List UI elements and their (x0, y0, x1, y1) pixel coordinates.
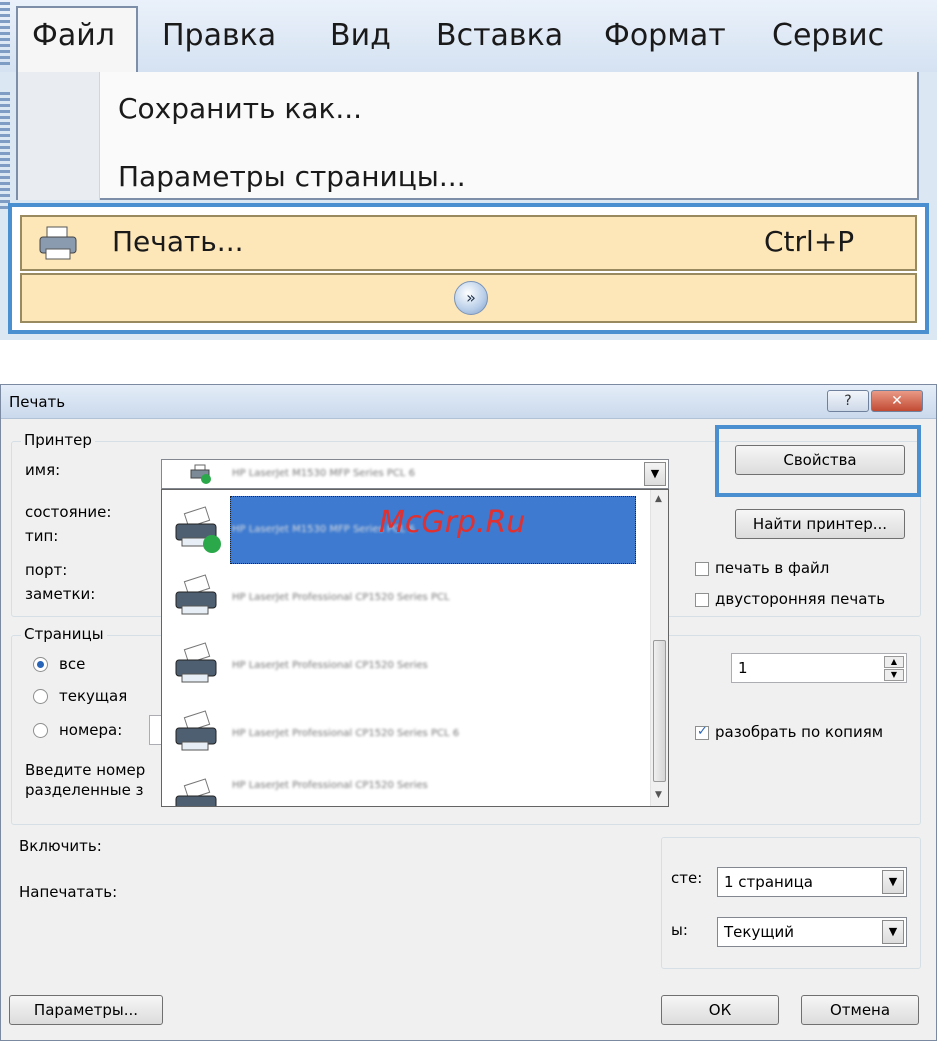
menu-bar: Файл Правка Вид Вставка Формат Сервис (0, 0, 937, 76)
menu-item-page-setup[interactable]: Параметры страницы... (118, 160, 466, 193)
pages-per-sheet-select[interactable]: 1 страница ▼ (717, 867, 907, 897)
printer-list-item[interactable]: HP LaserJet Professional CP1520 Series P… (162, 562, 650, 634)
watermark: McGrp.Ru (379, 505, 526, 540)
chevron-down-icon[interactable]: ▼ (882, 870, 904, 894)
menu-tab-insert[interactable]: Вставка (436, 18, 563, 53)
menu-item-print[interactable]: Печать... Ctrl+P (20, 215, 917, 271)
printer-list-item[interactable]: HP LaserJet Professional CP1520 Series (162, 630, 650, 702)
checkmark-icon: ✓ (697, 724, 708, 739)
scroll-down-icon[interactable]: ▼ (655, 790, 662, 800)
menu-tab-format[interactable]: Формат (604, 18, 726, 53)
pages-all-label: все (59, 655, 86, 673)
close-button[interactable]: ✕ (871, 390, 923, 412)
printer-list-name: HP LaserJet Professional CP1520 Series (232, 780, 428, 791)
printer-default-icon (190, 464, 211, 484)
printer-notes-label: заметки: (25, 585, 96, 603)
duplex-checkbox[interactable] (695, 593, 709, 607)
printer-icon (175, 642, 217, 683)
help-button[interactable]: ? (827, 390, 869, 412)
menu-panel: Файл Правка Вид Вставка Формат Сервис Со… (0, 0, 937, 340)
menu-tab-file[interactable]: Файл (32, 18, 115, 53)
options-button[interactable]: Параметры... (9, 995, 163, 1025)
print-what-label: Напечатать: (19, 883, 118, 901)
properties-button[interactable]: Свойства (735, 445, 905, 475)
print-dialog: Печать ? ✕ Принтер имя: состояние: тип: … (0, 384, 937, 1041)
printer-select[interactable]: HP LaserJet M1530 MFP Series PCL 6 ▼ (161, 459, 669, 489)
printer-icon (39, 226, 77, 260)
pages-group-label: Страницы (21, 625, 107, 643)
scroll-up-icon[interactable]: ▲ (655, 494, 662, 504)
spin-down-icon[interactable]: ▼ (884, 669, 904, 681)
cancel-button[interactable]: Отмена (801, 995, 919, 1025)
chevron-down-icon[interactable]: ▼ (882, 920, 904, 944)
per-sheet-label: сте: (671, 869, 703, 887)
printer-icon (175, 506, 221, 553)
print-menu-highlight-frame: Печать... Ctrl+P » (8, 203, 929, 334)
toolbar-gripper (0, 2, 10, 68)
printer-list-name: HP LaserJet Professional CP1520 Series (232, 660, 428, 671)
menu-tab-edit[interactable]: Правка (162, 18, 276, 53)
printer-list-item[interactable]: HP LaserJet Professional CP1520 Series (162, 766, 650, 806)
find-printer-button[interactable]: Найти принтер... (735, 509, 905, 539)
scale-label: ы: (671, 921, 688, 939)
copies-spinner[interactable]: 1 ▲ ▼ (731, 653, 907, 683)
pages-per-sheet-value: 1 страница (724, 873, 813, 891)
copies-value: 1 (738, 659, 748, 677)
chevron-down-icon[interactable]: ▼ (644, 462, 666, 486)
menu-item-print-label: Печать... (112, 225, 244, 258)
printer-port-label: порт: (25, 561, 68, 579)
pages-hint-line2: разделенные з (25, 781, 144, 799)
printer-status-label: состояние: (25, 503, 112, 521)
duplex-label: двусторонняя печать (715, 590, 886, 608)
print-to-file-label: печать в файл (715, 559, 830, 577)
dialog-title: Печать (9, 393, 66, 411)
double-chevron-down-icon[interactable]: » (454, 281, 488, 315)
menu-tab-view[interactable]: Вид (330, 18, 391, 53)
pages-all-radio[interactable] (33, 657, 48, 672)
menu-item-save-as[interactable]: Сохранить как... (118, 92, 362, 125)
menu-icon-strip (18, 72, 100, 200)
print-shortcut: Ctrl+P (764, 225, 855, 258)
include-label: Включить: (19, 837, 102, 855)
printer-group-label: Принтер (21, 431, 95, 449)
spin-up-icon[interactable]: ▲ (884, 656, 904, 668)
toolbar-gripper-2 (0, 92, 10, 212)
dialog-titlebar: Печать ? ✕ (1, 385, 936, 419)
collate-checkbox[interactable]: ✓ (695, 724, 709, 740)
ok-button[interactable]: ОК (661, 995, 779, 1025)
printer-icon (175, 574, 217, 615)
printer-icon (175, 710, 217, 751)
printer-type-label: тип: (25, 527, 59, 545)
scale-select[interactable]: Текущий ▼ (717, 917, 907, 947)
menu-tab-tools[interactable]: Сервис (772, 18, 884, 53)
printer-list-item[interactable]: HP LaserJet Professional CP1520 Series P… (162, 698, 650, 770)
scale-value: Текущий (724, 923, 794, 941)
scrollbar-thumb[interactable] (653, 640, 666, 782)
pages-current-label: текущая (59, 687, 128, 705)
printer-select-value: HP LaserJet M1530 MFP Series PCL 6 (232, 468, 416, 479)
collate-label: разобрать по копиям (715, 723, 884, 741)
pages-numbers-label: номера: (59, 721, 123, 739)
pages-numbers-radio[interactable] (33, 723, 48, 738)
printer-list-name: HP LaserJet Professional CP1520 Series P… (232, 728, 460, 739)
pages-current-radio[interactable] (33, 689, 48, 704)
pages-hint-line1: Введите номер (25, 761, 146, 779)
printer-list-name: HP LaserJet Professional CP1520 Series P… (232, 592, 450, 603)
printer-name-label: имя: (25, 461, 61, 479)
print-to-file-checkbox[interactable] (695, 562, 709, 576)
scale-group (661, 837, 921, 969)
file-menu-dropdown: Сохранить как... Параметры страницы... (16, 72, 919, 200)
printer-list-scrollbar[interactable]: ▲ ▼ (650, 490, 668, 806)
printer-icon (175, 778, 217, 806)
menu-expand-row[interactable]: » (20, 273, 917, 323)
